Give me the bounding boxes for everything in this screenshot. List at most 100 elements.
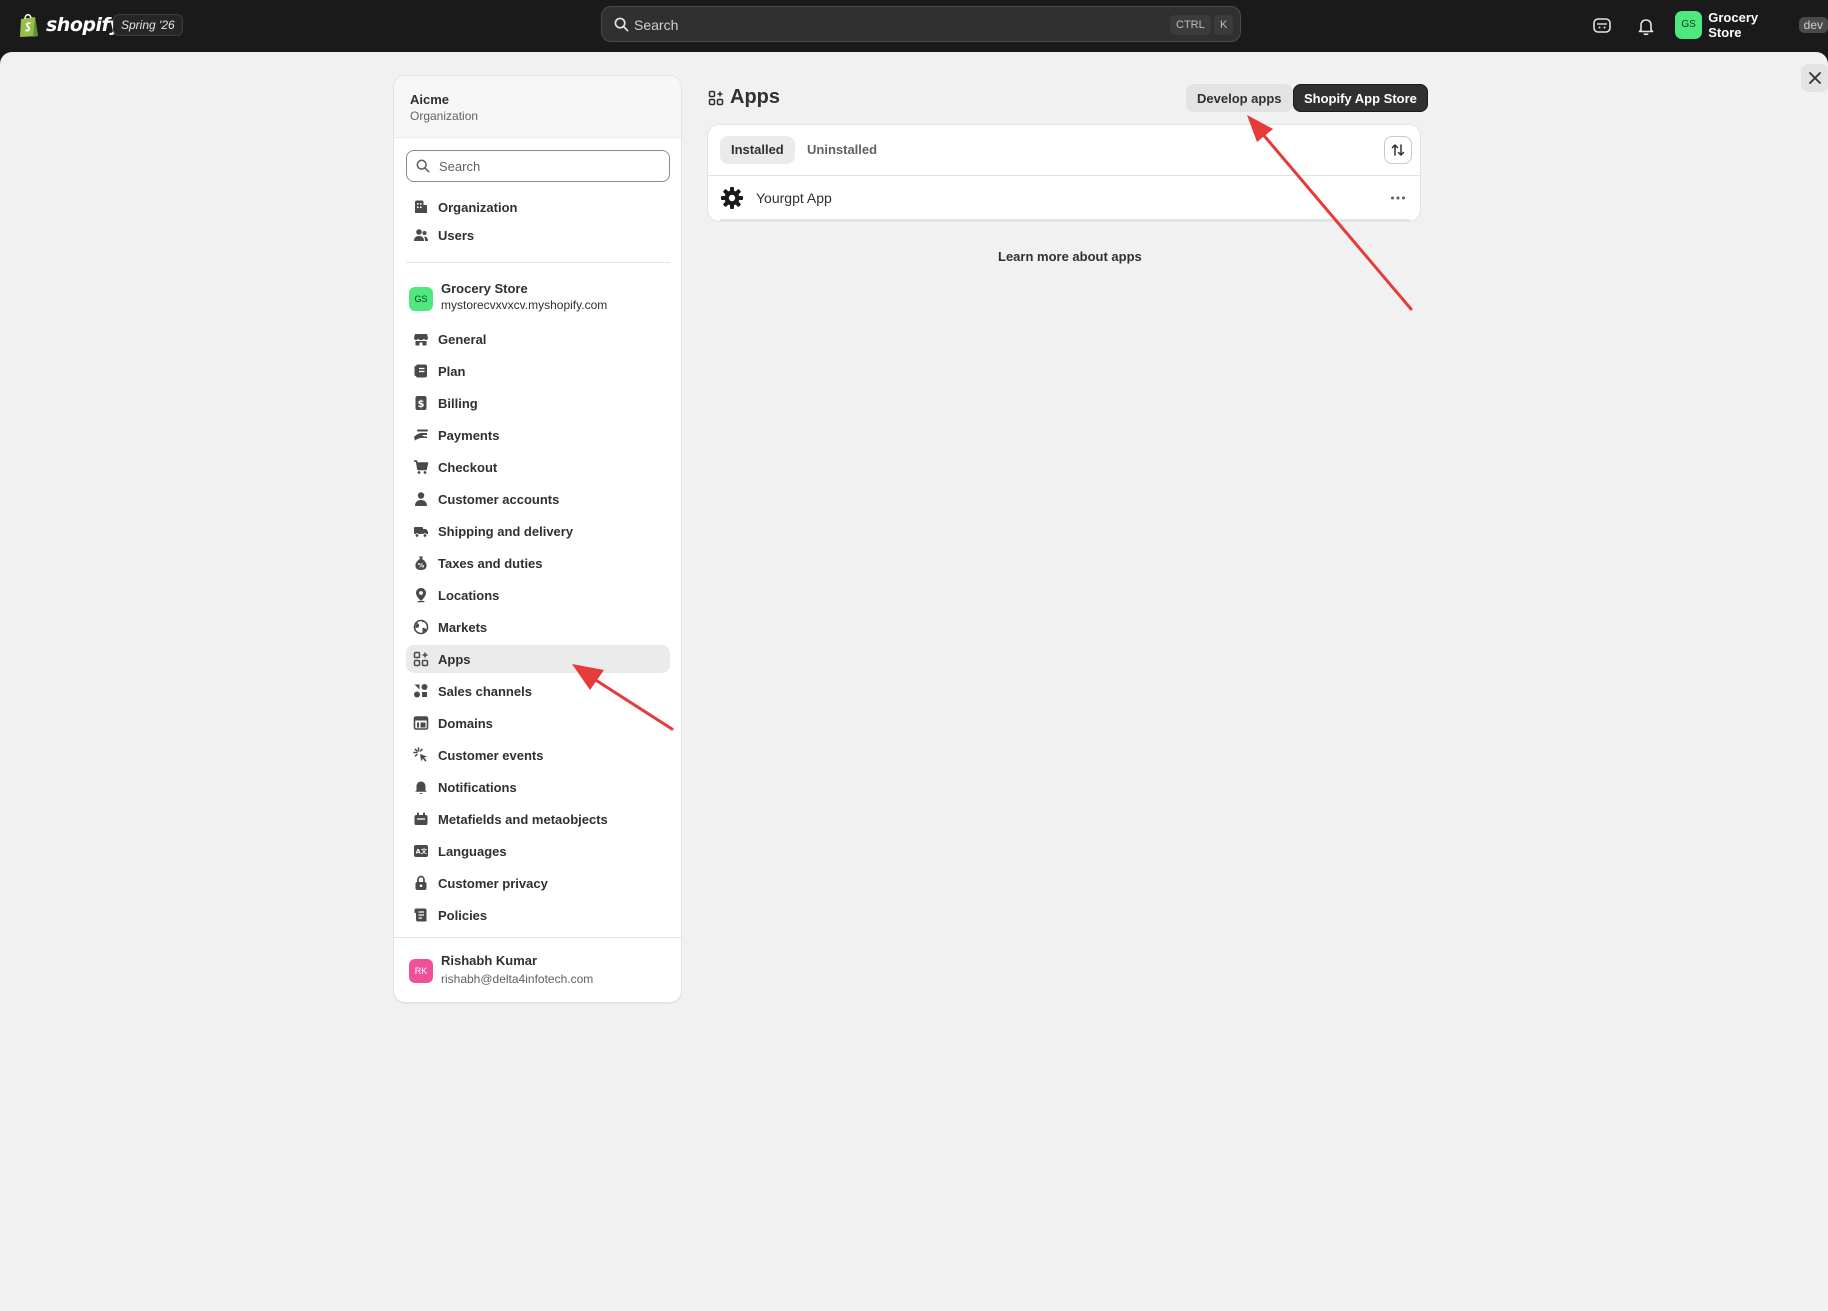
page-title: Apps	[730, 86, 780, 108]
location-icon	[416, 588, 426, 603]
sidebar-item-label: Metafields and metaobjects	[438, 811, 608, 827]
sidebar-item-payments[interactable]: Payments	[406, 421, 670, 449]
sidebar-item-label: Customer accounts	[438, 491, 560, 507]
domains-icon	[413, 716, 429, 730]
notifications-bell-icon[interactable]	[1635, 15, 1657, 37]
organization-header[interactable]: Aicme Organization	[394, 76, 681, 138]
release-badge[interactable]: Spring '26	[113, 14, 183, 36]
sidebar-item-label: Sales channels	[438, 683, 532, 699]
tab-uninstalled[interactable]: Uninstalled	[796, 136, 888, 164]
globe-icon	[413, 619, 429, 635]
organization-name: Aicme	[410, 92, 450, 107]
svg-text:文: 文	[420, 848, 428, 856]
shopify-logo[interactable]: shopify	[18, 12, 122, 38]
sidebar-item-checkout[interactable]: Checkout	[406, 453, 670, 481]
sidebar-item-label: Policies	[438, 907, 488, 923]
building-icon	[415, 200, 427, 213]
svg-text:A: A	[416, 848, 421, 856]
card-scroll-shadow	[720, 219, 1410, 221]
app-name: Yourgpt App	[756, 190, 832, 206]
store-name: Grocery Store	[1708, 10, 1759, 40]
billing-icon: $	[415, 396, 427, 410]
app-list-item[interactable]: Yourgpt App	[708, 176, 1420, 220]
sidebar-item-sales-channels[interactable]: Sales channels	[406, 677, 670, 705]
close-settings-button[interactable]	[1801, 64, 1828, 92]
languages-icon: A文	[414, 845, 428, 857]
shortcut-ctrl-key: CTRL	[1170, 15, 1211, 35]
sidebar-item-customer-privacy[interactable]: Customer privacy	[406, 869, 670, 897]
tax-icon: %	[415, 556, 427, 570]
sidebar-item-notifications[interactable]: Notifications	[406, 773, 670, 801]
sidebar-item-taxes[interactable]: % Taxes and duties	[406, 549, 670, 577]
learn-more-link[interactable]: Learn more about apps	[998, 249, 1142, 264]
sidebar-item-locations[interactable]: Locations	[406, 581, 670, 609]
sidebar-item-label: Notifications	[438, 779, 517, 795]
sidebar-item-label: Taxes and duties	[438, 555, 543, 571]
settings-sidebar: Aicme Organization Search Organization U…	[393, 75, 682, 1003]
sidebar-item-customer-accounts[interactable]: Customer accounts	[406, 485, 670, 513]
tab-installed[interactable]: Installed	[720, 136, 795, 164]
sidebar-item-label: Customer privacy	[438, 875, 548, 891]
store-title: Grocery Store	[441, 281, 528, 296]
sidebar-item-label: Checkout	[438, 459, 498, 475]
sidebar-item-label: Apps	[438, 651, 471, 667]
sidebar-item-label: Shipping and delivery	[438, 523, 574, 539]
policies-icon	[414, 908, 427, 922]
truck-icon	[414, 527, 428, 538]
bell-icon	[415, 781, 427, 794]
sidebar-item-users[interactable]: Users	[406, 221, 670, 249]
settings-search-input[interactable]: Search	[406, 150, 670, 182]
sidebar-item-plan[interactable]: Plan	[406, 357, 670, 385]
sidebar-footer-divider	[394, 937, 681, 938]
sidebar-item-customer-events[interactable]: Customer events	[406, 741, 670, 769]
global-search-input[interactable]: Search CTRL K	[601, 6, 1241, 42]
organization-subtitle: Organization	[410, 109, 479, 123]
search-icon	[416, 159, 430, 173]
settings-search-placeholder: Search	[439, 159, 481, 174]
sidebar-item-domains[interactable]: Domains	[406, 709, 670, 737]
shortcut-k-key: K	[1214, 15, 1234, 35]
payments-icon	[414, 429, 428, 441]
svg-text:$: $	[418, 399, 425, 410]
sidebar-item-apps[interactable]: Apps	[406, 645, 670, 673]
sidebar-item-billing[interactable]: $ Billing	[406, 389, 670, 417]
user-name: Rishabh Kumar	[441, 953, 538, 968]
sidebar-item-policies[interactable]: Policies	[406, 901, 670, 929]
sidebar-item-label: Languages	[438, 843, 507, 859]
more-actions-icon[interactable]	[1388, 188, 1408, 208]
metafields-icon	[414, 812, 428, 825]
sidebar-item-label: Users	[438, 227, 475, 243]
sidebar-divider	[406, 262, 670, 263]
sidebar-item-label: Customer events	[438, 747, 544, 763]
search-icon	[614, 17, 629, 32]
user-avatar: RK	[409, 959, 433, 983]
develop-apps-button[interactable]: Develop apps	[1186, 84, 1293, 112]
sort-arrows-icon	[1391, 144, 1405, 156]
search-placeholder: Search	[634, 17, 679, 33]
settings-canvas	[0, 52, 1828, 1311]
installed-apps-card: Installed Uninstalled Yourgpt App	[707, 124, 1421, 222]
apps-page-header: Apps	[708, 86, 780, 109]
sidebar-item-metafields[interactable]: Metafields and metaobjects	[406, 805, 670, 833]
shopify-bag-icon	[20, 13, 38, 37]
sidebar-item-label: Plan	[438, 363, 466, 379]
sidebar-item-markets[interactable]: Markets	[406, 613, 670, 641]
sidebar-item-organization[interactable]: Organization	[406, 193, 670, 221]
sidebar-item-general[interactable]: General	[406, 325, 670, 353]
svg-text:%: %	[418, 562, 425, 570]
sidebar-item-label: Organization	[438, 199, 518, 215]
sidebar-item-languages[interactable]: A文 Languages	[406, 837, 670, 865]
sidekick-icon[interactable]	[1591, 15, 1613, 37]
shopify-app-store-button[interactable]: Shopify App Store	[1293, 84, 1428, 112]
sidebar-item-label: General	[438, 331, 487, 347]
channels-icon	[414, 684, 428, 698]
sidebar-item-label: Payments	[438, 427, 500, 443]
store-switcher[interactable]: GS Grocery Store dev	[1675, 10, 1828, 40]
sidebar-item-shipping[interactable]: Shipping and delivery	[406, 517, 670, 545]
sort-button[interactable]	[1384, 136, 1412, 164]
sidebar-item-label: Markets	[438, 619, 488, 635]
dev-store-badge: dev	[1798, 17, 1828, 33]
events-icon	[413, 747, 427, 762]
plan-icon	[414, 364, 427, 378]
store-avatar: GS	[1675, 11, 1703, 39]
